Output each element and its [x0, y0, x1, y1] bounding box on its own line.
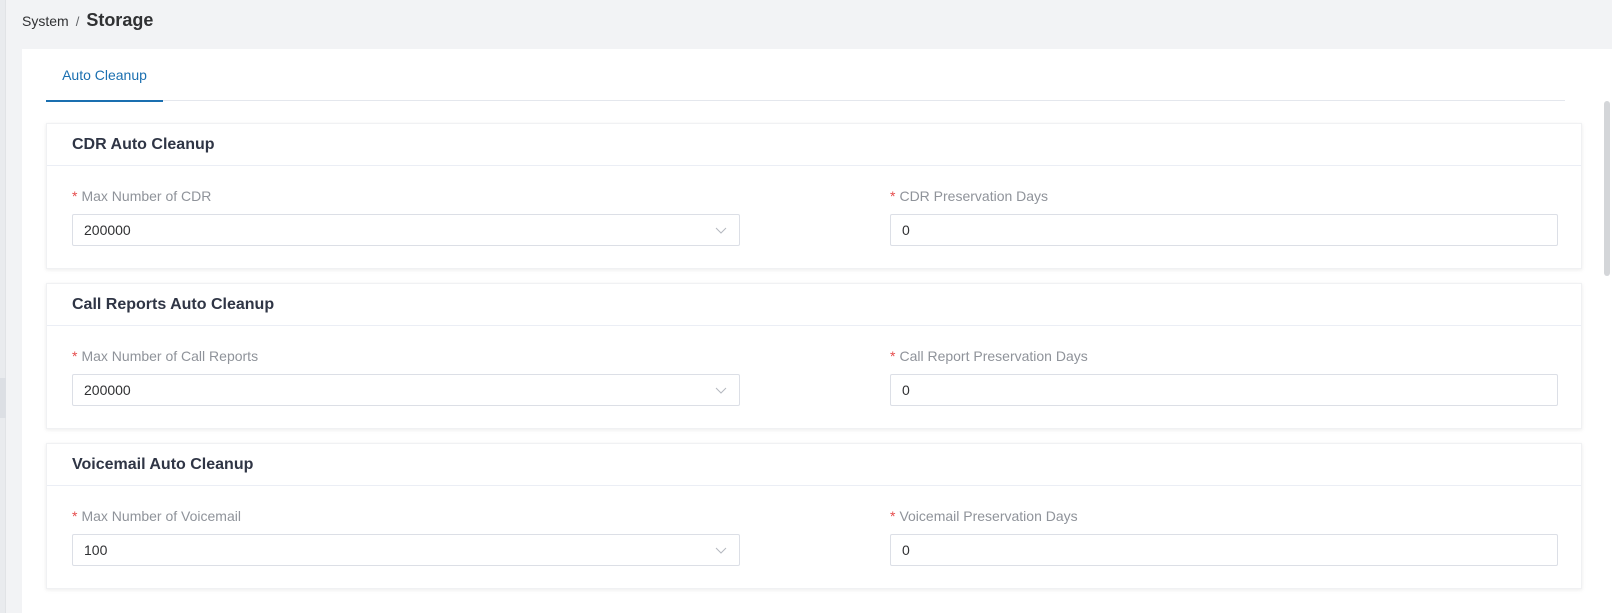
voicemail-days-field: * Voicemail Preservation Days 0	[890, 506, 1558, 566]
section-title: CDR Auto Cleanup	[47, 124, 1581, 166]
field-label: Voicemail Preservation Days	[899, 508, 1078, 524]
field-label: Call Report Preservation Days	[899, 348, 1088, 364]
required-mark: *	[72, 188, 78, 204]
chevron-down-icon	[715, 227, 727, 234]
cdr-cleanup-card: CDR Auto Cleanup * Max Number of CDR 2000…	[46, 123, 1582, 269]
section-title: Voicemail Auto Cleanup	[47, 444, 1581, 486]
vertical-scrollbar[interactable]	[1604, 101, 1610, 276]
max-voicemail-field: * Max Number of Voicemail 100	[72, 506, 740, 566]
breadcrumb: System / Storage	[22, 10, 153, 32]
cdr-days-input[interactable]: 0	[890, 214, 1558, 246]
max-voicemail-select[interactable]: 100	[72, 534, 740, 566]
tab-label: Auto Cleanup	[62, 67, 147, 83]
required-mark: *	[72, 508, 78, 524]
required-mark: *	[72, 348, 78, 364]
input-value: 0	[902, 382, 910, 398]
field-label: Max Number of CDR	[81, 188, 212, 204]
input-value: 0	[902, 542, 910, 558]
max-cdr-field: * Max Number of CDR 200000	[72, 186, 740, 246]
input-value: 0	[902, 222, 910, 238]
call-reports-cleanup-card: Call Reports Auto Cleanup * Max Number of…	[46, 283, 1582, 429]
sidebar-collapse-handle[interactable]	[0, 378, 6, 418]
call-report-days-input[interactable]: 0	[890, 374, 1558, 406]
field-label: Max Number of Voicemail	[81, 508, 241, 524]
max-call-reports-select[interactable]: 200000	[72, 374, 740, 406]
chevron-down-icon	[715, 387, 727, 394]
section-title: Call Reports Auto Cleanup	[47, 284, 1581, 326]
required-mark: *	[890, 348, 896, 364]
max-cdr-select[interactable]: 200000	[72, 214, 740, 246]
page-title: Storage	[86, 10, 154, 30]
breadcrumb-parent[interactable]: System	[22, 13, 69, 29]
cdr-days-field: * CDR Preservation Days 0	[890, 186, 1558, 246]
breadcrumb-separator: /	[75, 14, 80, 29]
max-call-reports-field: * Max Number of Call Reports 200000	[72, 346, 740, 406]
active-tab-indicator	[46, 100, 163, 102]
call-report-days-field: * Call Report Preservation Days 0	[890, 346, 1558, 406]
required-mark: *	[890, 508, 896, 524]
voicemail-days-input[interactable]: 0	[890, 534, 1558, 566]
field-label: Max Number of Call Reports	[81, 348, 259, 364]
tab-auto-cleanup[interactable]: Auto Cleanup	[46, 49, 163, 102]
left-sidebar-edge	[0, 0, 6, 613]
select-value: 200000	[84, 222, 131, 238]
required-mark: *	[890, 188, 896, 204]
field-label: CDR Preservation Days	[899, 188, 1049, 204]
main-content: Auto Cleanup CDR Auto Cleanup * Max Numbe…	[22, 49, 1612, 613]
select-value: 100	[84, 542, 108, 558]
select-value: 200000	[84, 382, 131, 398]
chevron-down-icon	[715, 547, 727, 554]
voicemail-cleanup-card: Voicemail Auto Cleanup * Max Number of Vo…	[46, 443, 1582, 589]
tab-bar: Auto Cleanup	[46, 49, 1565, 102]
